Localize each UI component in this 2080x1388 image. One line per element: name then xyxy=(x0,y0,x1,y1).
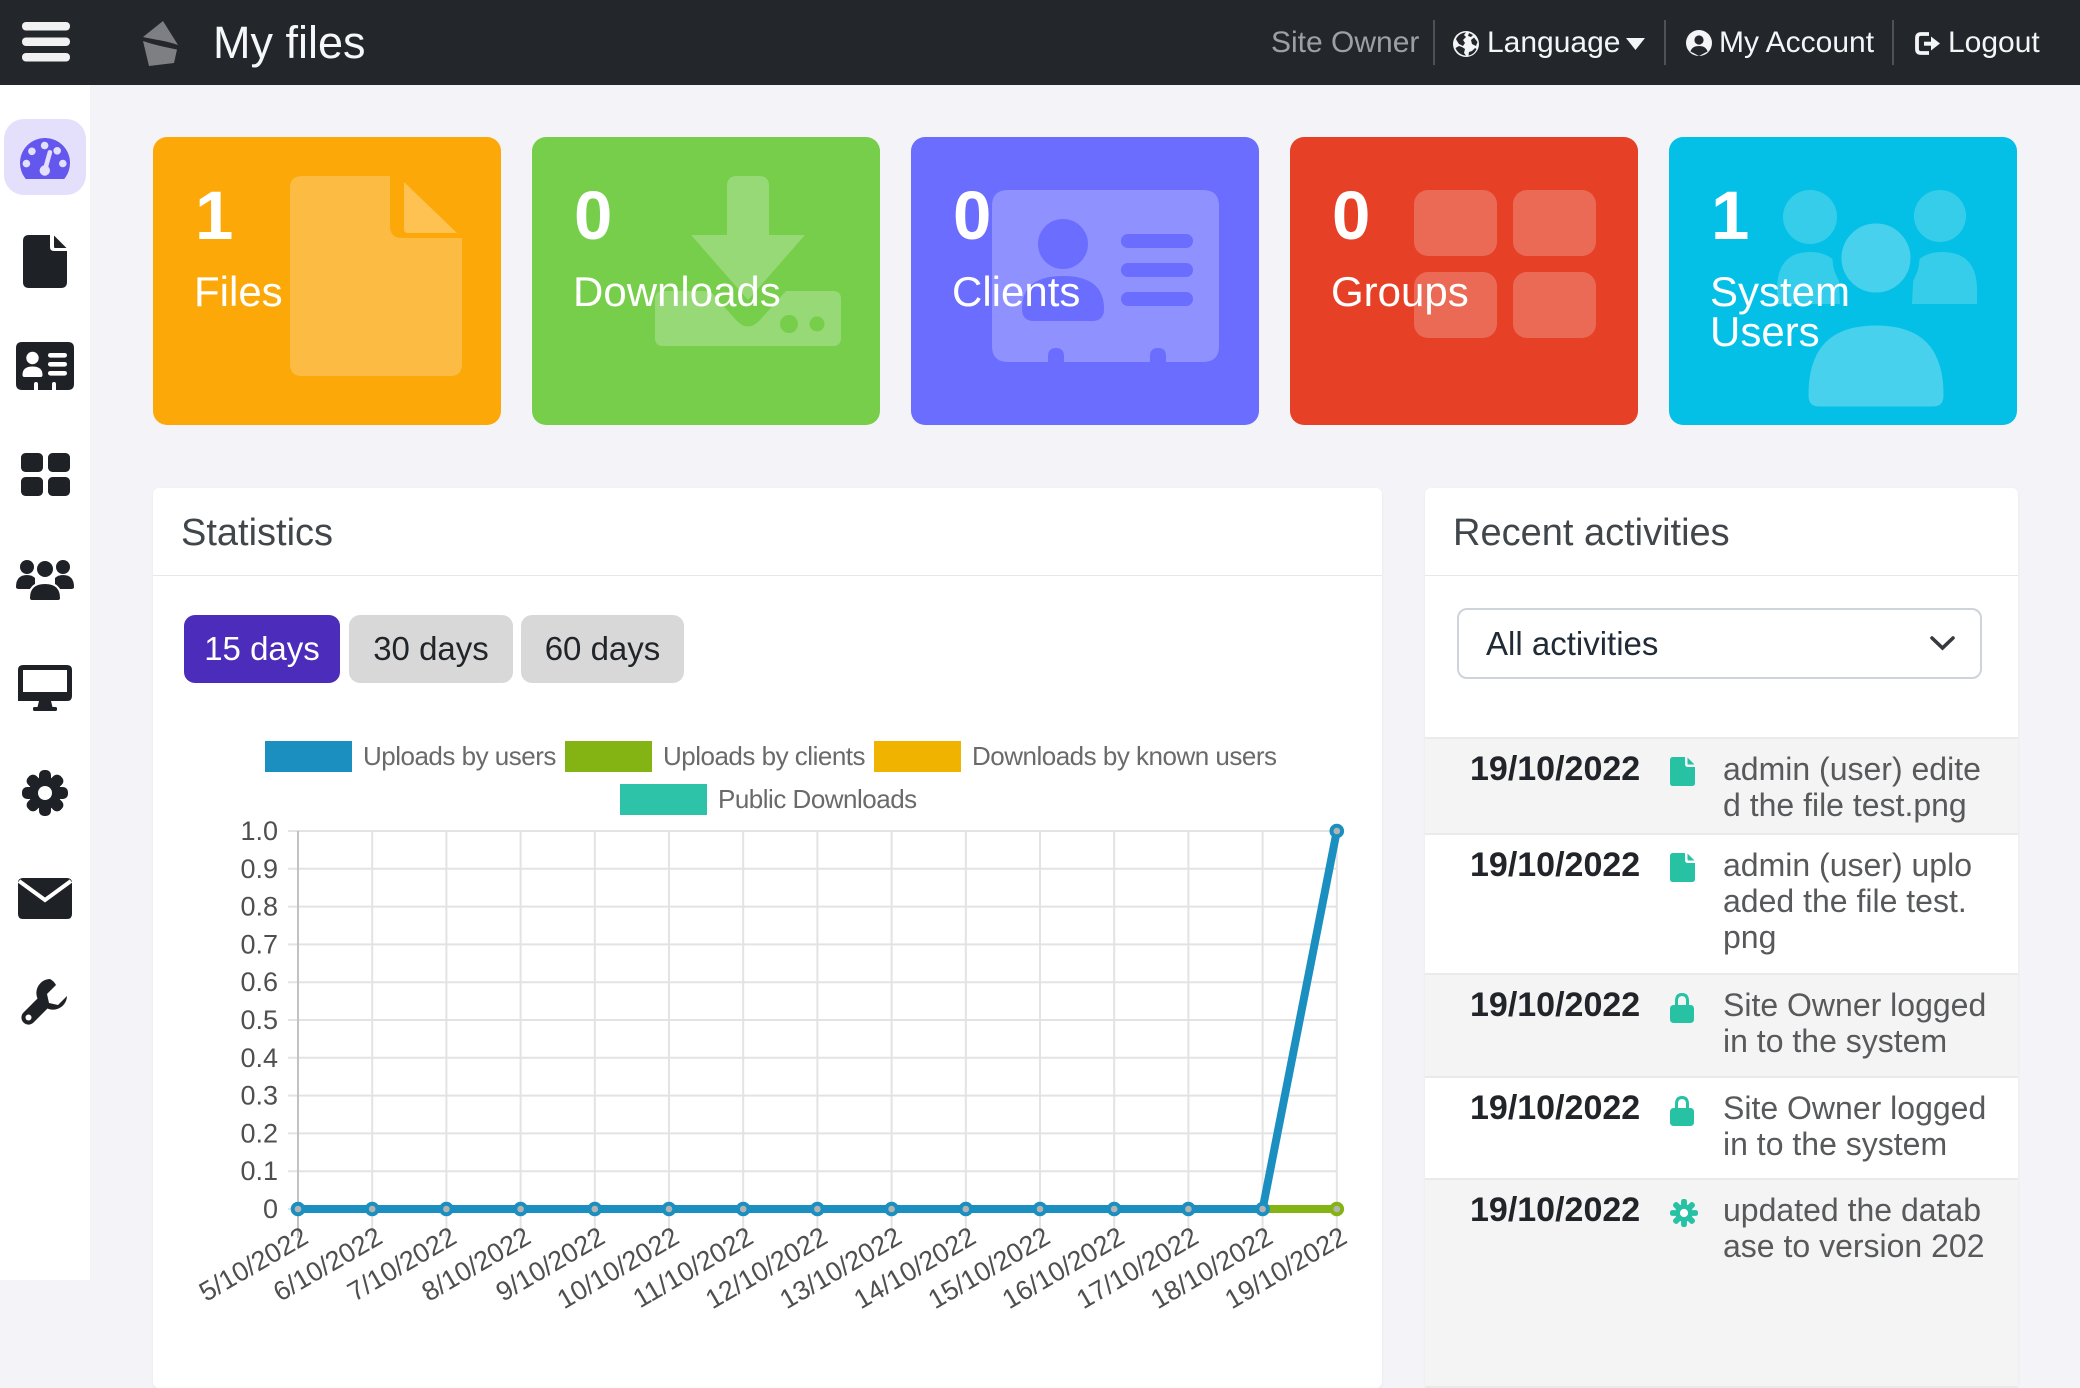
svg-text:0.7: 0.7 xyxy=(240,929,278,959)
svg-text:0.5: 0.5 xyxy=(240,1005,278,1035)
svg-text:0.1: 0.1 xyxy=(240,1156,278,1186)
svg-text:0.8: 0.8 xyxy=(240,892,278,922)
svg-text:0.2: 0.2 xyxy=(240,1118,278,1148)
svg-text:0.4: 0.4 xyxy=(240,1043,278,1073)
svg-text:1.0: 1.0 xyxy=(240,816,278,846)
svg-text:0: 0 xyxy=(263,1194,278,1224)
svg-text:0.3: 0.3 xyxy=(240,1081,278,1111)
svg-text:0.9: 0.9 xyxy=(240,854,278,884)
svg-text:0.6: 0.6 xyxy=(240,967,278,997)
